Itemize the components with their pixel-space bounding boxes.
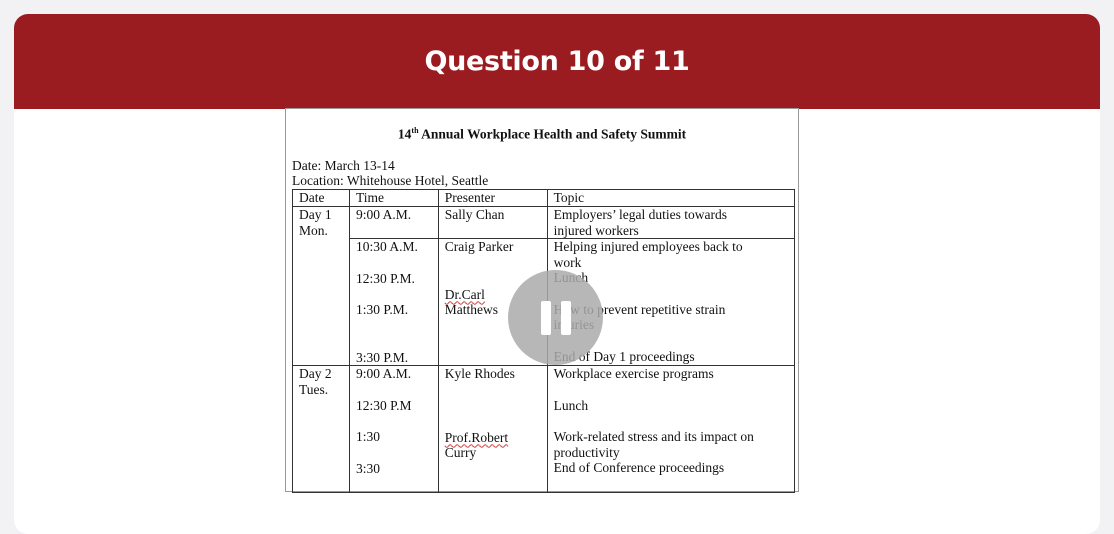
time-cell: 9:00 A.M.: [348, 206, 439, 239]
presenter-cell: Kyle Rhodes Prof.Robert Curry: [437, 365, 548, 493]
event-location: Location: Whitehouse Hotel, Seattle: [292, 173, 489, 188]
table-row: Day 2 Tues. 9:00 A.M. 12:30 P.M 1:30 3:3…: [292, 365, 796, 493]
pause-icon: [560, 300, 571, 335]
pause-button[interactable]: [508, 270, 603, 365]
time-cell: 9:00 A.M. 12:30 P.M 1:30 3:30: [348, 365, 439, 493]
event-date: Date: March 13-14: [292, 158, 395, 173]
topic-cell: Workplace exercise programs Lunch Work-r…: [546, 365, 796, 493]
column-header-date: Date: [292, 189, 350, 207]
day-cell: Day 1 Mon.: [292, 206, 350, 366]
question-counter: Question 10 of 11: [424, 46, 690, 77]
pause-icon: [540, 300, 551, 335]
column-header-topic: Topic: [546, 189, 796, 207]
column-header-time: Time: [348, 189, 439, 207]
day-cell: Day 2 Tues.: [292, 365, 350, 493]
table-header-row: Date Time Presenter Topic: [292, 189, 796, 207]
time-cell: 10:30 A.M. 12:30 P.M. 1:30 P.M. 3:30 P.M…: [348, 238, 439, 366]
column-header-presenter: Presenter: [437, 189, 548, 207]
table-row: Day 1 Mon. 9:00 A.M. Sally Chan Employer…: [292, 206, 796, 366]
question-header: Question 10 of 11: [14, 14, 1100, 109]
topic-cell: Employers’ legal duties towards injured …: [546, 206, 796, 239]
document-title: 14th Annual Workplace Health and Safety …: [397, 126, 687, 142]
presenter-cell: Sally Chan: [437, 206, 548, 239]
